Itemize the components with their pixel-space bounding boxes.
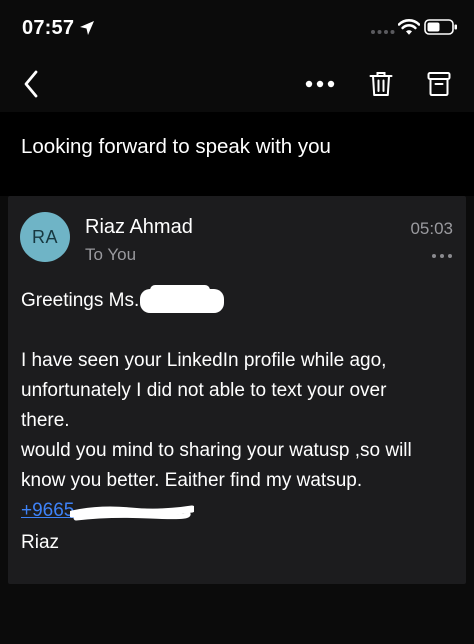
- battery-icon: [424, 19, 457, 35]
- archive-icon: [427, 72, 451, 96]
- body-signature: Riaz: [21, 532, 60, 553]
- phone-link[interactable]: +9665: [21, 500, 74, 521]
- sender-name[interactable]: Riaz Ahmad: [85, 216, 193, 239]
- status-time: 07:57: [22, 17, 75, 39]
- recipient-line[interactable]: To You: [85, 245, 136, 265]
- trash-icon: [369, 72, 393, 96]
- status-bar: 07:57: [0, 0, 474, 56]
- body-line: I have seen your LinkedIn profile while …: [21, 350, 387, 371]
- body-line: unfortunately I did not able to text you…: [21, 380, 387, 401]
- avatar-initials: RA: [31, 226, 58, 247]
- redaction-scribble: [150, 285, 210, 295]
- email-subject: Looking forward to speak with you: [21, 135, 331, 158]
- navigation-bar: [0, 56, 474, 112]
- signal-icon: [371, 30, 395, 34]
- sender-avatar[interactable]: RA: [20, 212, 70, 262]
- location-arrow-icon: [80, 21, 94, 35]
- body-line: know you better. Eaither find my watsup.: [21, 470, 363, 491]
- redaction-scribble: [70, 505, 194, 521]
- body-line: would you mind to sharing your watusp ,s…: [21, 440, 412, 461]
- message-more-icon[interactable]: [430, 252, 454, 260]
- back-chevron-icon: [24, 70, 38, 98]
- archive-button[interactable]: [420, 64, 458, 104]
- wifi-icon: [398, 19, 420, 35]
- body-greeting: Greetings Ms.: [21, 290, 140, 311]
- more-options-button[interactable]: [300, 64, 340, 104]
- back-button[interactable]: [12, 64, 50, 104]
- delete-button[interactable]: [362, 64, 400, 104]
- more-horizontal-icon: [305, 80, 335, 88]
- message-time: 05:03: [410, 219, 453, 238]
- body-line: there.: [21, 410, 70, 431]
